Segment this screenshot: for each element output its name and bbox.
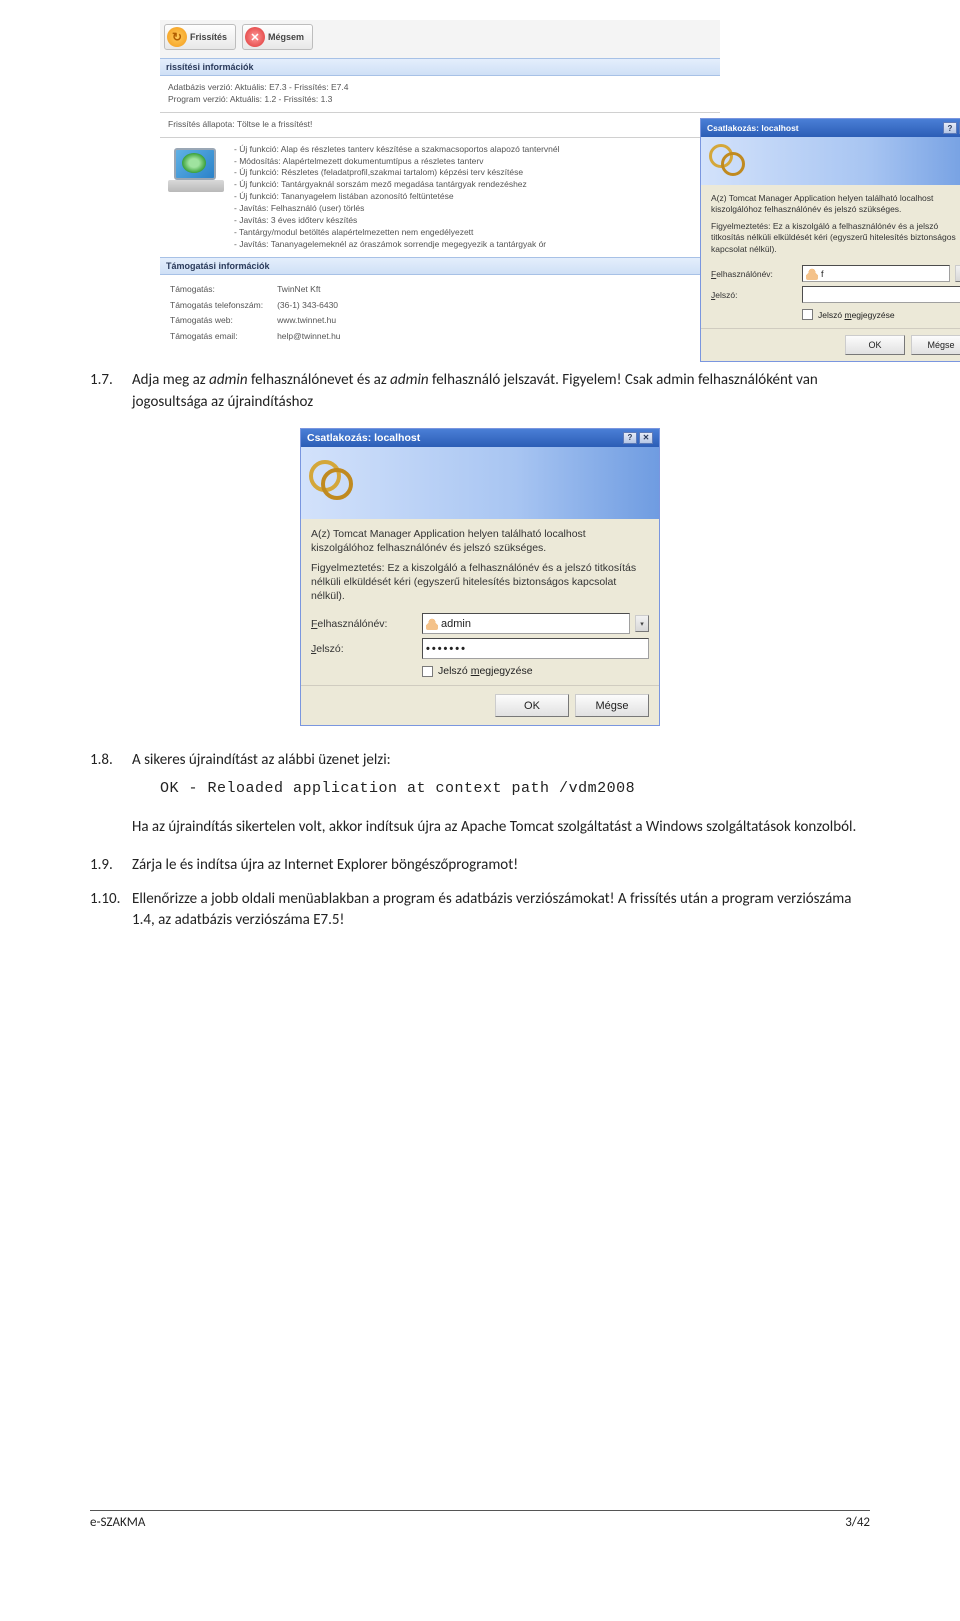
help-icon[interactable]: ? <box>943 122 957 134</box>
cancel-button[interactable]: Mégse <box>911 335 960 355</box>
step-text: Zárja le és indítsa újra az Internet Exp… <box>132 855 870 877</box>
step-text: Ellenőrizze a jobb oldali menüablakban a… <box>132 889 870 933</box>
db-version: Adatbázis verzió: Aktuális: E7.3 - Friss… <box>168 82 712 94</box>
auth-text: A(z) Tomcat Manager Application helyen t… <box>301 519 659 608</box>
computer-globe-icon <box>168 148 224 196</box>
step-1-7: 1.7. Adja meg az admin felhasználónevet … <box>90 370 870 414</box>
keys-icon <box>309 460 355 506</box>
support-row: Támogatás web:www.twinnet.hu <box>170 314 353 328</box>
support-row: Támogatás:TwinNet Kft <box>170 283 353 297</box>
chevron-down-icon[interactable]: ▾ <box>635 615 649 632</box>
support-info: Támogatás:TwinNet Kft Támogatás telefons… <box>160 275 720 353</box>
changes-list: - Új funkció: Alap és részletes tanterv … <box>234 144 560 251</box>
change-item: - Tantárgy/modul betöltés alapértelmezet… <box>234 227 560 239</box>
cancel-label: Mégsem <box>268 32 304 42</box>
updater-and-auth-screenshot: Frissítés Mégsem rissítési információk A… <box>160 20 870 330</box>
step-number: 1.7. <box>90 370 126 414</box>
step-number: 1.9. <box>90 855 126 877</box>
user-label: Felhasználónév: <box>311 618 416 630</box>
step-1-10: 1.10. Ellenőrizze a jobb oldali menüabla… <box>90 889 870 933</box>
step-number: 1.10. <box>90 889 126 933</box>
cancel-icon <box>245 27 265 47</box>
remember-checkbox[interactable] <box>422 666 433 677</box>
auth-dialog-small: Csatlakozás: localhost ? ✕ A(z) Tomcat M… <box>700 118 960 362</box>
user-label: Felhasználónév: <box>711 269 796 279</box>
auth-form: Felhasználónév: admin ▾ Jelszó: ••••••• … <box>301 607 659 685</box>
version-lines: Adatbázis verzió: Aktuális: E7.3 - Friss… <box>160 76 720 112</box>
auth-title-text: Csatlakozás: localhost <box>707 123 799 133</box>
refresh-icon <box>167 27 187 47</box>
auth-titlebar: Csatlakozás: localhost ? ✕ <box>701 119 960 137</box>
username-field[interactable]: admin <box>422 613 630 634</box>
footer-right: 3/42 <box>845 1515 870 1530</box>
pass-label: Jelszó: <box>311 643 416 655</box>
close-icon[interactable]: ✕ <box>639 432 653 444</box>
change-item: - Új funkció: Részletes (feladatprofil,s… <box>234 167 560 179</box>
auth-dialog-large: Csatlakozás: localhost ? ✕ A(z) Tomcat M… <box>300 428 660 727</box>
refresh-label: Frissítés <box>190 32 227 42</box>
remember-checkbox[interactable] <box>802 309 813 320</box>
ok-button[interactable]: OK <box>845 335 905 355</box>
restart-note: Ha az újraindítás sikertelen volt, akkor… <box>132 817 870 839</box>
password-field[interactable] <box>802 286 960 303</box>
chevron-down-icon[interactable]: ▾ <box>955 265 960 282</box>
auth-titlebar: Csatlakozás: localhost ? ✕ <box>301 429 659 447</box>
auth-text: A(z) Tomcat Manager Application helyen t… <box>701 185 960 259</box>
pass-label: Jelszó: <box>711 290 796 300</box>
remember-label: Jelszó megjegyzése <box>818 310 895 320</box>
user-icon <box>426 618 438 630</box>
support-row: Támogatás email:help@twinnet.hu <box>170 330 353 344</box>
remember-label: Jelszó megjegyzése <box>438 665 533 677</box>
changes-block: - Új funkció: Alap és részletes tanterv … <box>160 138 720 257</box>
change-item: - Javítás: Tananyagelemeknél az óraszámo… <box>234 239 560 251</box>
step-1-8: 1.8. A sikeres újraindítást az alábbi üz… <box>90 750 870 772</box>
auth-title-text: Csatlakozás: localhost <box>307 432 420 444</box>
support-row: Támogatás telefonszám:(36-1) 343-6430 <box>170 299 353 313</box>
auth-form: Felhasználónév: f ▾ Jelszó: Jelszó megje… <box>701 259 960 328</box>
user-icon <box>806 268 818 280</box>
cancel-button[interactable]: Mégse <box>575 694 649 717</box>
reload-ok-message: OK - Reloaded application at context pat… <box>160 780 870 797</box>
ok-button[interactable]: OK <box>495 694 569 717</box>
change-item: - Új funkció: Alap és részletes tanterv … <box>234 144 560 156</box>
refresh-button[interactable]: Frissítés <box>164 24 236 50</box>
username-field[interactable]: f <box>802 265 950 282</box>
support-info-header: Támogatási információk <box>160 257 720 275</box>
cancel-button[interactable]: Mégsem <box>242 24 313 50</box>
prog-version: Program verzió: Aktuális: 1.2 - Frissíté… <box>168 94 712 106</box>
page-footer: e-SZAKMA 3/42 <box>90 1510 870 1530</box>
keys-icon <box>709 144 743 178</box>
updater-window: Frissítés Mégsem rissítési információk A… <box>160 20 720 352</box>
change-item: - Módosítás: Alapértelmezett dokumentumt… <box>234 156 560 168</box>
auth-banner <box>701 137 960 185</box>
change-item: - Új funkció: Tantárgyaknál sorszám mező… <box>234 179 560 191</box>
password-field[interactable]: ••••••• <box>422 638 649 659</box>
step-1-9: 1.9. Zárja le és indítsa újra az Interne… <box>90 855 870 877</box>
change-item: - Javítás: 3 éves időterv készítés <box>234 215 560 227</box>
footer-left: e-SZAKMA <box>90 1515 145 1530</box>
step-text: A sikeres újraindítást az alábbi üzenet … <box>132 750 870 772</box>
update-status: Frissítés állapota: Töltse le a frissíté… <box>160 112 720 138</box>
step-text: Adja meg az admin felhasználónevet és az… <box>132 370 870 414</box>
help-icon[interactable]: ? <box>623 432 637 444</box>
update-info-header: rissítési információk <box>160 58 720 76</box>
change-item: - Javítás: Felhasználó (user) törlés <box>234 203 560 215</box>
auth-banner <box>301 447 659 519</box>
step-number: 1.8. <box>90 750 126 772</box>
updater-toolbar: Frissítés Mégsem <box>160 20 720 58</box>
change-item: - Új funkció: Tananyagelem listában azon… <box>234 191 560 203</box>
